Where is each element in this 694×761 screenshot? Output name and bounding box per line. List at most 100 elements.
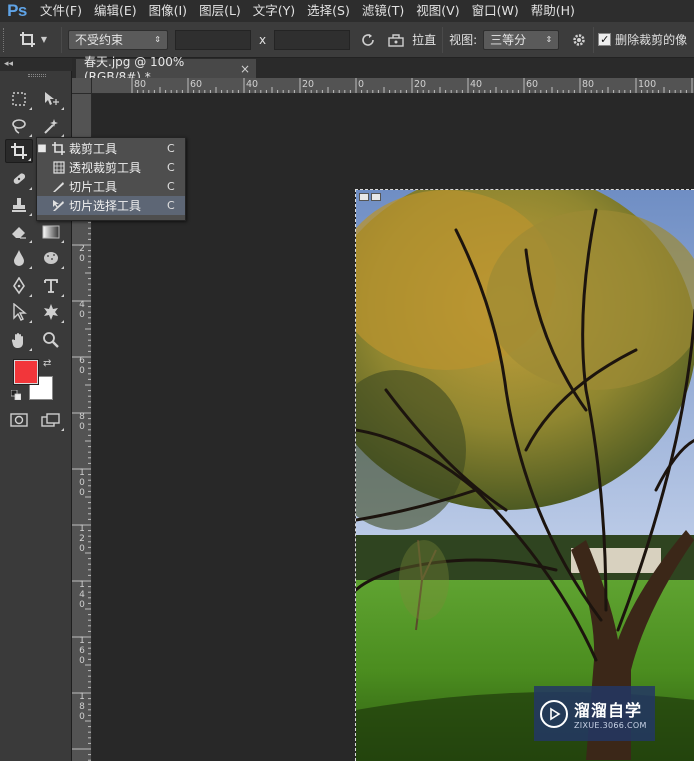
menu-edit[interactable]: 编辑(E)	[88, 0, 143, 22]
tools-panel: ⇄	[3, 71, 69, 441]
photoshop-logo: Ps	[7, 1, 27, 20]
ruler-label: 80	[582, 79, 595, 90]
marquee-tool[interactable]	[5, 87, 33, 111]
crop-icon	[19, 31, 35, 47]
toolbar-grip[interactable]	[28, 74, 46, 77]
menu-layer[interactable]: 图层(L)	[193, 0, 247, 22]
horizontal-ruler[interactable]: 80 60 40 20 0 20 40 60 80 100	[92, 78, 694, 94]
shortcut-key: C	[167, 161, 175, 174]
shortcut-key: C	[167, 199, 175, 212]
foreground-color-swatch[interactable]	[14, 360, 38, 384]
menu-window[interactable]: 窗口(W)	[466, 0, 525, 22]
bandage-icon	[13, 173, 26, 184]
ruler-label: 60	[190, 79, 203, 90]
hand-icon	[11, 333, 23, 348]
path-selection-tool[interactable]	[5, 300, 33, 324]
photo-layer[interactable]	[355, 189, 694, 761]
straighten-label[interactable]: 拉直	[412, 31, 436, 48]
pen-tool[interactable]	[5, 274, 33, 298]
gradient-tool[interactable]	[37, 220, 65, 244]
ruler-label: 1 6 0	[79, 636, 85, 666]
watermark-title: 溜溜自学	[574, 701, 643, 720]
divider	[442, 26, 444, 53]
perspective-crop-icon	[47, 158, 69, 177]
flyout-label: 透视裁剪工具	[69, 161, 142, 175]
drop-icon	[14, 250, 24, 266]
crop-ratio-select[interactable]: 不受约束 ⇕	[68, 29, 168, 50]
flyout-item-slice[interactable]: 切片工具 C	[37, 177, 185, 196]
divider	[593, 26, 595, 53]
flyout-label: 切片选择工具	[69, 199, 142, 213]
flyout-label: 裁剪工具	[69, 142, 118, 156]
menu-bar: Ps 文件(F) 编辑(E) 图像(I) 图层(L) 文字(Y) 选择(S) 滤…	[0, 0, 694, 22]
ruler-label: 1 0 0	[79, 468, 85, 498]
document-tab[interactable]: 春天.jpg @ 100%(RGB/8#) * ×	[76, 55, 256, 84]
magnifier-icon	[43, 332, 59, 348]
magic-wand-tool[interactable]	[37, 114, 65, 138]
ruler-label: 1 8 0	[79, 692, 85, 722]
gear-icon[interactable]	[569, 30, 589, 50]
menu-help[interactable]: 帮助(H)	[525, 0, 581, 22]
crop-icon	[47, 139, 69, 158]
watermark-subtitle: ZIXUE.3066.COM	[574, 721, 647, 730]
ruler-label: 20	[302, 79, 315, 90]
swap-x-label: x	[259, 32, 267, 47]
ruler-label: 1 4 0	[79, 580, 85, 610]
tool-preset-picker[interactable]: ▼	[11, 27, 55, 53]
menu-image[interactable]: 图像(I)	[143, 0, 193, 22]
blur-tool[interactable]	[5, 246, 33, 270]
flyout-item-slice-select[interactable]: 切片选择工具 C	[37, 196, 185, 215]
quick-mask-button[interactable]	[5, 408, 33, 432]
custom-shape-tool[interactable]	[37, 300, 65, 324]
type-tool[interactable]	[37, 274, 65, 298]
stamp-icon	[12, 198, 26, 212]
play-logo-icon	[540, 699, 568, 728]
sponge-tool[interactable]	[37, 246, 65, 270]
current-tool-marker: ■	[37, 143, 47, 154]
arrow-cursor-icon	[13, 303, 27, 321]
chevron-down-icon: ▼	[40, 35, 48, 44]
swap-colors-icon[interactable]: ⇄	[43, 358, 51, 369]
watermark: 溜溜自学 ZIXUE.3066.COM	[534, 686, 655, 741]
hand-tool[interactable]	[5, 328, 33, 352]
crop-icon	[11, 143, 27, 159]
move-tool[interactable]	[37, 87, 65, 111]
divider	[61, 26, 62, 53]
straighten-icon[interactable]	[386, 30, 406, 50]
zoom-tool[interactable]	[37, 328, 65, 352]
quick-mask-icon	[10, 413, 28, 427]
menu-type[interactable]: 文字(Y)	[247, 0, 301, 22]
menu-filter[interactable]: 滤镜(T)	[356, 0, 410, 22]
height-field[interactable]	[274, 29, 351, 50]
default-colors-icon[interactable]	[10, 389, 22, 401]
menu-file[interactable]: 文件(F)	[34, 0, 88, 22]
crop-tool-flyout-menu: ■ 裁剪工具 C 透视裁剪工具 C 切片工具 C 切片选择工具 C	[36, 137, 186, 221]
ruler-origin[interactable]	[72, 78, 92, 94]
tree-photo-image	[356, 190, 694, 761]
swap-dimensions-icon[interactable]	[358, 30, 378, 50]
panel-collapse-tab[interactable]: ◂◂	[0, 58, 72, 71]
gradient-icon	[42, 225, 60, 239]
options-bar-grip[interactable]	[3, 27, 11, 52]
lasso-tool[interactable]	[5, 114, 33, 138]
flyout-item-crop[interactable]: ■ 裁剪工具 C	[37, 139, 185, 158]
menu-select[interactable]: 选择(S)	[301, 0, 356, 22]
menu-view[interactable]: 视图(V)	[410, 0, 465, 22]
screen-mode-button[interactable]	[37, 408, 65, 432]
crop-tool[interactable]	[5, 139, 33, 163]
eraser-tool[interactable]	[5, 220, 33, 244]
delete-cropped-checkbox[interactable]: ✓	[598, 33, 612, 46]
overlay-view-select[interactable]: 三等分 ⇕	[483, 29, 560, 50]
pen-icon	[13, 277, 25, 295]
clone-stamp-tool[interactable]	[5, 193, 33, 217]
ruler-label: 4 0	[79, 300, 85, 320]
width-field[interactable]	[175, 29, 251, 50]
screen-mode-icon	[41, 413, 60, 427]
ruler-label: 100	[638, 79, 657, 90]
ruler-label: 20	[414, 79, 427, 90]
ruler-label: 6 0	[79, 356, 85, 376]
crop-ratio-value: 不受约束	[75, 33, 124, 47]
close-icon[interactable]: ×	[240, 62, 250, 76]
flyout-item-perspective-crop[interactable]: 透视裁剪工具 C	[37, 158, 185, 177]
healing-brush-tool[interactable]	[5, 167, 33, 191]
